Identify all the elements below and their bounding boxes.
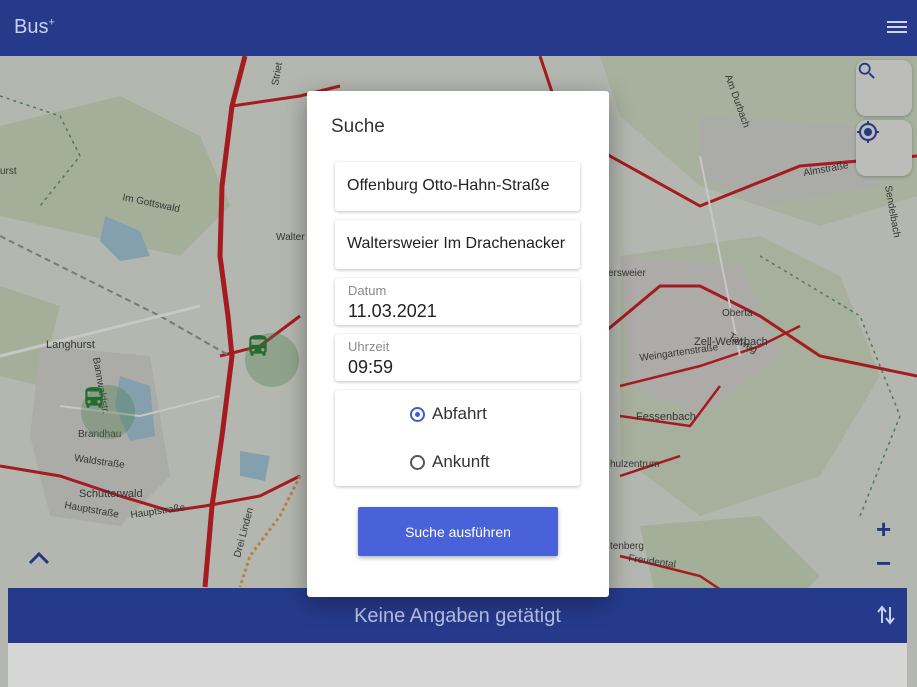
app-title-sup: +: [48, 16, 55, 29]
date-label: Datum: [348, 283, 387, 298]
date-field[interactable]: Datum: [335, 278, 580, 325]
time-label: Uhrzeit: [348, 339, 390, 354]
search-dialog: Suche Datum Uhrzeit Abfahrt Ankunft Such…: [307, 91, 609, 597]
from-input[interactable]: [347, 177, 572, 195]
swap-button[interactable]: [877, 605, 895, 630]
bottom-sheet: [8, 643, 907, 687]
time-input[interactable]: [348, 357, 573, 378]
app-bar: Bus+: [0, 0, 917, 56]
menu-icon[interactable]: [887, 18, 907, 36]
date-input[interactable]: [348, 301, 573, 322]
from-field[interactable]: [335, 162, 580, 211]
arrival-label: Ankunft: [432, 452, 490, 471]
dialog-title: Suche: [331, 116, 385, 137]
departure-label: Abfahrt: [432, 404, 487, 423]
route-summary-text: Keine Angaben getätigt: [354, 605, 561, 627]
departure-arrival-group: Abfahrt Ankunft: [335, 390, 580, 486]
radio-checked-icon: [410, 406, 425, 422]
to-field[interactable]: [335, 220, 580, 269]
app-title: Bus+: [14, 16, 55, 39]
submit-search-button[interactable]: Suche ausführen: [358, 507, 558, 556]
radio-unchecked-icon: [410, 454, 425, 470]
swap-vertical-icon: [877, 605, 895, 625]
departure-radio[interactable]: Abfahrt: [410, 404, 487, 424]
app-title-text: Bus: [14, 16, 49, 38]
to-input[interactable]: [347, 235, 572, 253]
arrival-radio[interactable]: Ankunft: [410, 452, 490, 472]
time-field[interactable]: Uhrzeit: [335, 334, 580, 381]
